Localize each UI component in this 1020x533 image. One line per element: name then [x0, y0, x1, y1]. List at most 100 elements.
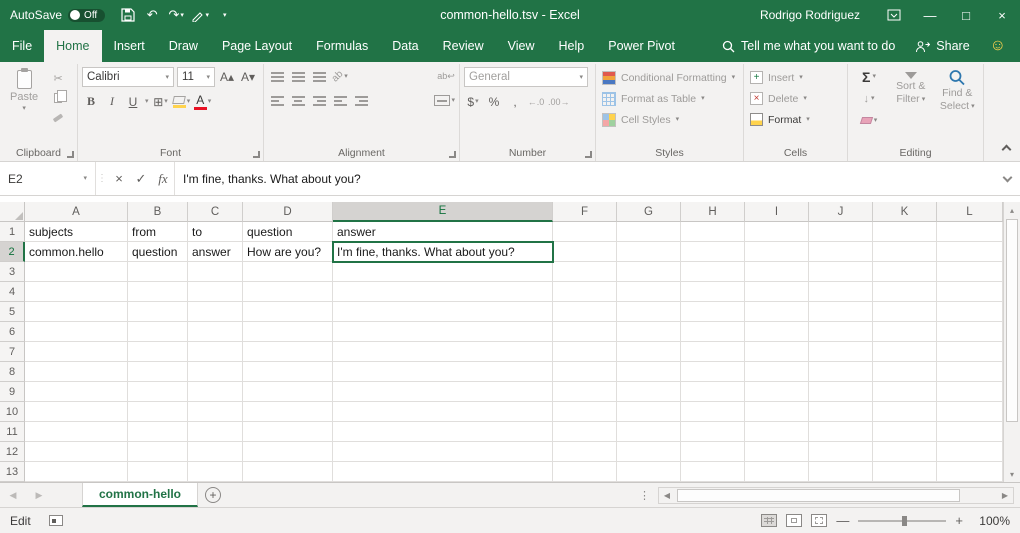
cell-B3[interactable] [128, 262, 188, 282]
redo-button[interactable]: ↷▾ [165, 2, 187, 28]
maximize-button[interactable]: □ [948, 0, 984, 30]
row-header-6[interactable]: 6 [0, 322, 25, 342]
align-center-button[interactable] [289, 91, 307, 110]
cell-E8[interactable] [333, 362, 553, 382]
cell-H3[interactable] [681, 262, 745, 282]
row-header-10[interactable]: 10 [0, 402, 25, 422]
cell-L3[interactable] [937, 262, 1003, 282]
cell-F9[interactable] [553, 382, 617, 402]
align-top-button[interactable] [268, 67, 286, 86]
cell-D10[interactable] [243, 402, 333, 422]
zoom-level[interactable]: 100% [972, 514, 1010, 528]
underline-button[interactable]: U [124, 92, 142, 111]
horizontal-scroll-thumb[interactable] [677, 489, 960, 502]
cell-A5[interactable] [25, 302, 128, 322]
cell-H11[interactable] [681, 422, 745, 442]
select-all-corner[interactable] [0, 202, 25, 222]
italic-button[interactable]: I [103, 92, 121, 111]
cell-A10[interactable] [25, 402, 128, 422]
cell-C4[interactable] [188, 282, 243, 302]
cell-H12[interactable] [681, 442, 745, 462]
cell-D11[interactable] [243, 422, 333, 442]
scroll-right-icon[interactable]: ▶ [997, 491, 1013, 500]
sheet-tab-common-hello[interactable]: common-hello [82, 483, 198, 507]
number-dialog-launcher[interactable] [585, 151, 592, 158]
save-button[interactable] [117, 2, 139, 28]
row-header-8[interactable]: 8 [0, 362, 25, 382]
format-cells-button[interactable]: Format ▾ [748, 109, 843, 130]
cell-F4[interactable] [553, 282, 617, 302]
delete-cells-button[interactable]: × Delete ▾ [748, 88, 843, 109]
cell-F12[interactable] [553, 442, 617, 462]
format-as-table-button[interactable]: Format as Table ▾ [600, 88, 739, 109]
cell-K10[interactable] [873, 402, 937, 422]
fill-button[interactable]: ↓▾ [852, 89, 886, 108]
cell-L5[interactable] [937, 302, 1003, 322]
cell-I1[interactable] [745, 222, 809, 242]
tab-insert[interactable]: Insert [102, 30, 157, 62]
cell-K3[interactable] [873, 262, 937, 282]
cell-L4[interactable] [937, 282, 1003, 302]
enter-button[interactable]: ✓ [130, 162, 152, 195]
cell-A2[interactable]: common.hello [25, 242, 128, 262]
cell-J5[interactable] [809, 302, 873, 322]
cell-G11[interactable] [617, 422, 681, 442]
customize-qat-button[interactable]: ▾ [213, 2, 235, 28]
cell-C1[interactable]: to [188, 222, 243, 242]
cell-B4[interactable] [128, 282, 188, 302]
page-break-view-button[interactable] [811, 514, 827, 527]
cell-E6[interactable] [333, 322, 553, 342]
percent-style-button[interactable]: % [485, 92, 503, 111]
cell-K1[interactable] [873, 222, 937, 242]
vertical-scroll-thumb[interactable] [1006, 219, 1018, 422]
cell-G9[interactable] [617, 382, 681, 402]
cell-F13[interactable] [553, 462, 617, 482]
cell-J6[interactable] [809, 322, 873, 342]
column-header-J[interactable]: J [809, 202, 873, 222]
vertical-scrollbar[interactable]: ▴ ▾ [1003, 202, 1020, 482]
cell-H10[interactable] [681, 402, 745, 422]
cell-L11[interactable] [937, 422, 1003, 442]
orientation-button[interactable]: ab▾ [331, 67, 349, 86]
close-button[interactable]: × [984, 0, 1020, 30]
zoom-in-button[interactable]: + [955, 513, 963, 528]
decrease-indent-button[interactable] [331, 91, 349, 110]
expand-formula-bar-button[interactable] [994, 162, 1020, 195]
cell-E10[interactable] [333, 402, 553, 422]
scroll-left-icon[interactable]: ◀ [659, 491, 675, 500]
tab-draw[interactable]: Draw [157, 30, 210, 62]
minimize-button[interactable]: — [912, 0, 948, 30]
user-name[interactable]: Rodrigo Rodriguez [760, 8, 860, 22]
cell-A1[interactable]: subjects [25, 222, 128, 242]
touch-mode-button[interactable]: ▾ [189, 2, 211, 28]
merge-center-button[interactable]: ▾ [434, 91, 455, 110]
sheet-nav-left-icon[interactable]: ◀ [0, 483, 26, 507]
cell-A3[interactable] [25, 262, 128, 282]
row-header-1[interactable]: 1 [0, 222, 25, 242]
zoom-slider[interactable] [858, 520, 946, 522]
cell-A6[interactable] [25, 322, 128, 342]
tab-file[interactable]: File [0, 30, 44, 62]
cell-H8[interactable] [681, 362, 745, 382]
cut-button[interactable]: ✂ [48, 70, 68, 86]
cell-H1[interactable] [681, 222, 745, 242]
cell-I7[interactable] [745, 342, 809, 362]
cell-H9[interactable] [681, 382, 745, 402]
formula-input[interactable]: I'm fine, thanks. What about you? [174, 162, 994, 195]
cell-C7[interactable] [188, 342, 243, 362]
tab-help[interactable]: Help [547, 30, 597, 62]
cell-E9[interactable] [333, 382, 553, 402]
feedback-smiley-icon[interactable]: ☺ [990, 38, 1006, 54]
name-box[interactable]: E2 ▾ [0, 162, 96, 195]
cell-I6[interactable] [745, 322, 809, 342]
column-header-B[interactable]: B [128, 202, 188, 222]
cell-E5[interactable] [333, 302, 553, 322]
cell-E7[interactable] [333, 342, 553, 362]
cell-C9[interactable] [188, 382, 243, 402]
row-header-7[interactable]: 7 [0, 342, 25, 362]
cell-J2[interactable] [809, 242, 873, 262]
column-header-K[interactable]: K [873, 202, 937, 222]
number-format-select[interactable]: General▾ [464, 67, 588, 87]
cell-C11[interactable] [188, 422, 243, 442]
column-header-F[interactable]: F [553, 202, 617, 222]
